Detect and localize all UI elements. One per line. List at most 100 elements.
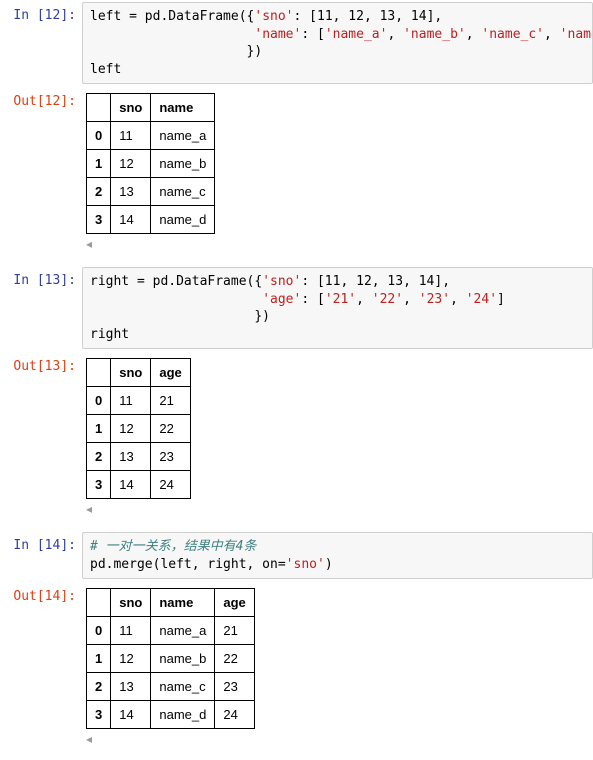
table-row: 21323 — [87, 443, 191, 471]
table-cell: 14 — [111, 701, 151, 729]
table-cell: 13 — [111, 443, 151, 471]
table-cell: 12 — [111, 645, 151, 673]
table-cell: 13 — [111, 673, 151, 701]
table-cell: 12 — [111, 150, 151, 178]
table-row: 112name_b — [87, 150, 215, 178]
row-index-cell: 0 — [87, 387, 111, 415]
scroll-left-icon[interactable]: ◂ — [86, 733, 100, 746]
output-area: snoname011name_a112name_b213name_c314nam… — [82, 88, 593, 251]
table-cell: name_b — [151, 150, 215, 178]
table-cell: 21 — [215, 617, 254, 645]
table-header-cell: sno — [111, 94, 151, 122]
table-cell: 11 — [111, 617, 151, 645]
table-cell: 13 — [111, 178, 151, 206]
row-index-cell: 2 — [87, 443, 111, 471]
code-token: '23' — [419, 292, 450, 307]
in-prompt: In [12]: — [0, 2, 82, 27]
table-header-cell: age — [215, 589, 254, 617]
table-row: 31424 — [87, 471, 191, 499]
row-index-cell: 1 — [87, 150, 111, 178]
code-token: 'name_b' — [403, 27, 466, 42]
code-token: 'age' — [262, 292, 301, 307]
table-header-cell — [87, 589, 111, 617]
table-cell: 11 — [111, 387, 151, 415]
code-token: pd.merge(left, right, on= — [90, 557, 286, 572]
table-row: 314name_d — [87, 206, 215, 234]
code-area[interactable]: # 一对一关系，结果中有4条 pd.merge(left, right, on=… — [82, 532, 593, 579]
table-header-cell: sno — [111, 359, 151, 387]
code-token: '24' — [466, 292, 497, 307]
table-cell: name_c — [151, 178, 215, 206]
code-token: 'name_d' — [560, 27, 593, 42]
table-cell: name_d — [151, 206, 215, 234]
code-token: '22' — [372, 292, 403, 307]
row-index-cell: 0 — [87, 122, 111, 150]
row-index-cell: 3 — [87, 206, 111, 234]
table-cell: name_d — [151, 701, 215, 729]
scroll-left-icon[interactable]: ◂ — [86, 503, 100, 516]
output-area: snoage01121112222132331424◂ — [82, 353, 593, 516]
code-area[interactable]: right = pd.DataFrame({'sno': [11, 12, 13… — [82, 267, 593, 349]
table-cell: name_a — [151, 617, 215, 645]
table-cell: name_b — [151, 645, 215, 673]
table-header-cell: age — [151, 359, 190, 387]
table-cell: 11 — [111, 122, 151, 150]
code-token: right = pd.DataFrame({ — [90, 274, 262, 289]
out-prompt: Out[12]: — [0, 88, 82, 113]
dataframe-table: snonameage011name_a21112name_b22213name_… — [86, 588, 255, 729]
code-token: 'sno' — [286, 557, 325, 572]
table-header-row: snoage — [87, 359, 191, 387]
code-token: 'name_a' — [325, 27, 388, 42]
table-cell: 22 — [151, 415, 190, 443]
code-token: , — [466, 27, 482, 42]
table-row: 01121 — [87, 387, 191, 415]
table-header-cell — [87, 359, 111, 387]
table-cell: 21 — [151, 387, 190, 415]
scroll-left-icon[interactable]: ◂ — [86, 238, 100, 251]
code-token: left = pd.DataFrame({ — [90, 9, 254, 24]
table-row: 314name_d24 — [87, 701, 255, 729]
row-index-cell: 1 — [87, 645, 111, 673]
row-index-cell: 1 — [87, 415, 111, 443]
code-token: , — [356, 292, 372, 307]
in-prompt: In [14]: — [0, 532, 82, 557]
table-cell: name_c — [151, 673, 215, 701]
code-token: 'sno' — [254, 9, 293, 24]
table-cell: 14 — [111, 206, 151, 234]
output-cell: Out[14]: snonameage011name_a21112name_b2… — [0, 581, 593, 748]
table-header-cell — [87, 94, 111, 122]
row-index-cell: 0 — [87, 617, 111, 645]
table-row: 213name_c — [87, 178, 215, 206]
code-token: , — [450, 292, 466, 307]
code-area[interactable]: left = pd.DataFrame({'sno': [11, 12, 13,… — [82, 2, 593, 84]
table-cell: 24 — [215, 701, 254, 729]
code-token: ) — [325, 557, 333, 572]
code-token: 'name' — [254, 27, 301, 42]
dataframe-table: snoname011name_a112name_b213name_c314nam… — [86, 93, 215, 234]
row-index-cell: 2 — [87, 178, 111, 206]
row-index-cell: 3 — [87, 471, 111, 499]
row-index-cell: 3 — [87, 701, 111, 729]
input-cell: In [12]: left = pd.DataFrame({'sno': [11… — [0, 0, 593, 86]
table-header-cell: name — [151, 94, 215, 122]
table-cell: 12 — [111, 415, 151, 443]
table-row: 11222 — [87, 415, 191, 443]
input-cell: In [14]: # 一对一关系，结果中有4条 pd.merge(left, r… — [0, 530, 593, 581]
table-row: 213name_c23 — [87, 673, 255, 701]
table-row: 112name_b22 — [87, 645, 255, 673]
code-token: , — [544, 27, 560, 42]
table-header-cell: sno — [111, 589, 151, 617]
table-row: 011name_a — [87, 122, 215, 150]
code-token: 'sno' — [262, 274, 301, 289]
out-prompt: Out[14]: — [0, 583, 82, 608]
code-token: '21' — [325, 292, 356, 307]
in-prompt: In [13]: — [0, 267, 82, 292]
code-token: # 一对一关系，结果中有4条 — [90, 539, 256, 554]
output-cell: Out[12]: snoname011name_a112name_b213nam… — [0, 86, 593, 253]
code-token: : [ — [301, 27, 324, 42]
table-cell: 22 — [215, 645, 254, 673]
input-cell: In [13]: right = pd.DataFrame({'sno': [1… — [0, 265, 593, 351]
output-cell: Out[13]: snoage01121112222132331424◂ — [0, 351, 593, 518]
table-cell: name_a — [151, 122, 215, 150]
table-cell: 23 — [215, 673, 254, 701]
